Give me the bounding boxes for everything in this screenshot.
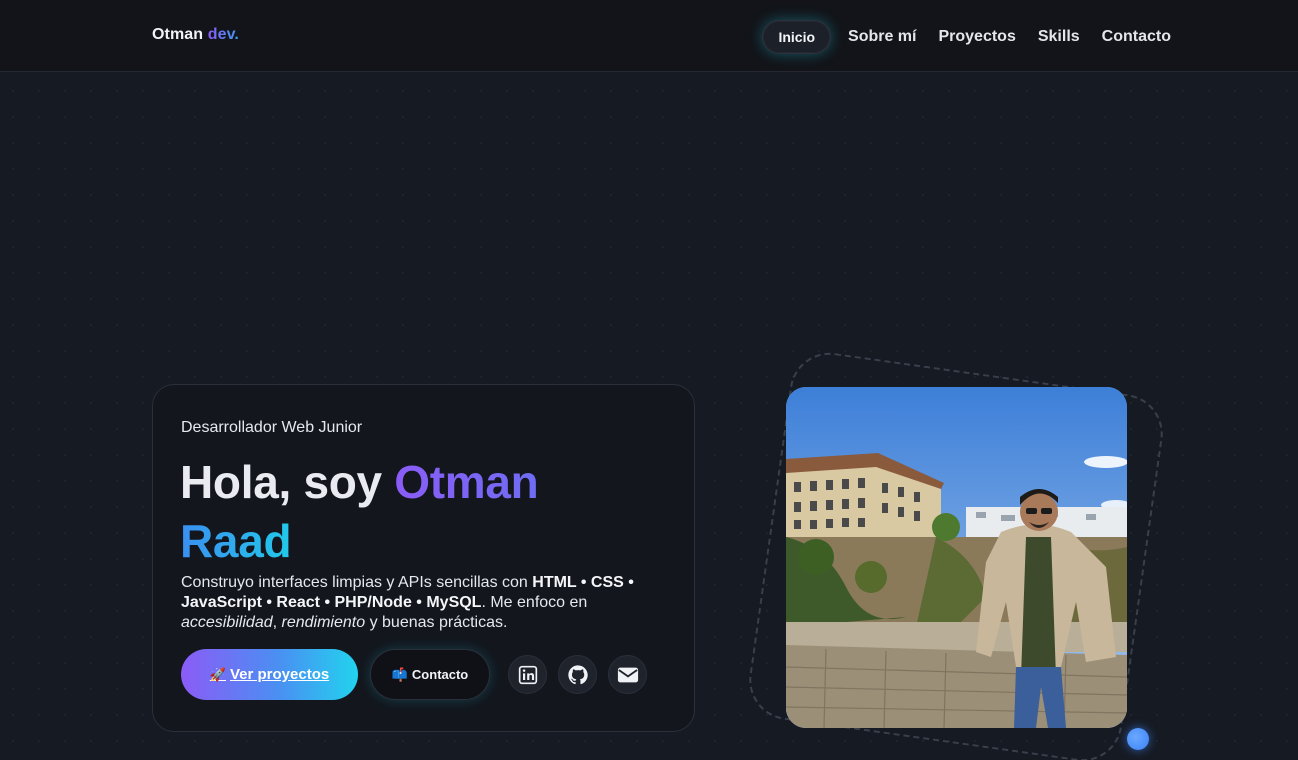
profile-photo-illustration [786, 387, 1127, 728]
desc-intro: Construyo interfaces limpias y APIs senc… [181, 574, 528, 591]
github-link[interactable] [558, 655, 597, 694]
linkedin-icon [518, 665, 537, 684]
desc-focus-1: accesibilidad [181, 614, 273, 631]
mail-link[interactable] [608, 655, 647, 694]
nav-link-proyectos[interactable]: Proyectos [927, 20, 1026, 54]
hero-description: Construyo interfaces limpias y APIs senc… [181, 573, 671, 633]
mailbox-icon: 📫 [391, 666, 408, 682]
nav-link-sobre-mi[interactable]: Sobre mí [837, 20, 927, 54]
github-icon [567, 664, 588, 684]
hero-first-name: Otman [394, 456, 539, 508]
brand-name: Otman [152, 26, 204, 43]
desc-separator: , [272, 614, 278, 631]
hero-actions: 🚀 Ver proyectos 📫 Contacto [181, 649, 647, 700]
desc-focus-prefix: . Me enfoco en [481, 594, 588, 611]
nav-link-contacto[interactable]: Contacto [1091, 20, 1182, 54]
desc-focus-suffix: y buenas prácticas. [369, 614, 508, 631]
view-projects-label: Ver proyectos [229, 666, 330, 683]
nav-link-skills[interactable]: Skills [1027, 20, 1091, 54]
view-projects-button[interactable]: 🚀 Ver proyectos [181, 649, 358, 700]
hero-greeting: Hola, soy [180, 456, 382, 508]
hero-last-name: Raad [180, 515, 292, 567]
profile-photo [786, 387, 1127, 728]
mail-icon [617, 667, 638, 682]
top-navbar: Otman dev. Inicio Sobre mí Proyectos Ski… [0, 0, 1298, 72]
hero-headline: Hola, soy Otman Raad [180, 453, 680, 571]
brand-logo[interactable]: Otman dev. [152, 26, 239, 44]
hero-subtitle: Desarrollador Web Junior [181, 419, 363, 436]
decorative-dot [1127, 728, 1149, 750]
rocket-icon: 🚀 [209, 666, 226, 682]
nav-link-inicio[interactable]: Inicio [762, 20, 832, 54]
desc-focus-2: rendimiento [281, 614, 366, 631]
nav-links: Inicio Sobre mí Proyectos Skills Contact… [762, 20, 1182, 54]
contact-button[interactable]: 📫 Contacto [370, 649, 490, 700]
linkedin-link[interactable] [508, 655, 547, 694]
hero-card: Desarrollador Web Junior Hola, soy Otman… [152, 384, 695, 732]
brand-accent: dev. [207, 26, 239, 43]
contact-label: Contacto [411, 667, 469, 682]
